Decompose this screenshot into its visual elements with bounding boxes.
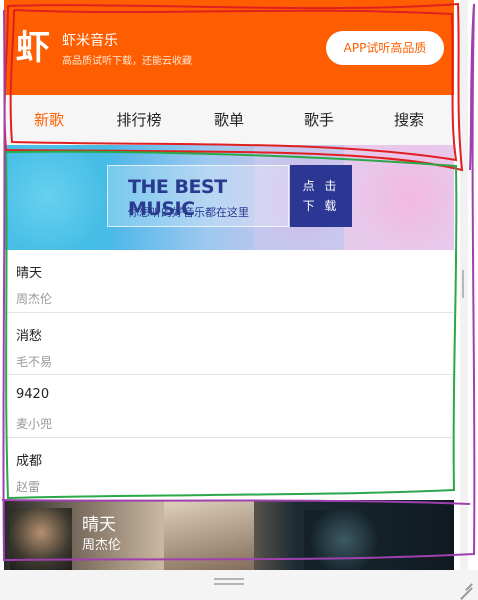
album-cover[interactable] — [10, 508, 72, 570]
player-background-art — [304, 510, 384, 570]
banner-button-line1: 点 击 — [302, 179, 340, 193]
song-title: 成都 — [16, 453, 43, 469]
banner-download-button[interactable]: 点 击 下 载 — [290, 165, 352, 227]
song-title: 消愁 — [16, 328, 43, 344]
song-artist: 毛不易 — [16, 354, 53, 369]
player-background-art — [164, 500, 254, 570]
promo-banner[interactable]: THE BEST MUSIC 你想听的好音乐都在这里 点 击 下 载 — [4, 145, 454, 250]
tab-search[interactable]: 搜索 — [364, 95, 454, 145]
song-artist: 麦小兜 — [16, 417, 53, 431]
brand-subtitle: 高品质试听下载，还能云收藏 — [62, 56, 192, 67]
song-item[interactable]: 消愁 毛不易 — [4, 313, 454, 375]
tab-new-songs[interactable]: 新歌 — [4, 95, 94, 145]
song-item[interactable]: 9420 麦小兜 — [4, 375, 454, 438]
resize-grip-icon[interactable] — [458, 576, 472, 590]
song-title: 9420 — [16, 387, 50, 402]
song-artist: 周杰伦 — [16, 292, 53, 306]
song-list: 晴天 周杰伦 消愁 毛不易 9420 麦小兜 成都 赵雷 — [4, 250, 454, 500]
banner-button-line2: 下 载 — [302, 199, 340, 213]
drag-handle-icon[interactable] — [214, 578, 244, 585]
banner-background-art — [344, 145, 454, 250]
now-playing-bar[interactable]: 晴天 周杰伦 — [4, 500, 454, 570]
now-playing-artist: 周杰伦 — [82, 538, 122, 553]
app-window: 虾 虾米音乐 高品质试听下载，还能云收藏 APP试听高品质 新歌 排行榜 歌单 … — [0, 0, 478, 600]
app-download-button[interactable]: APP试听高品质 — [326, 31, 444, 65]
song-artist: 赵雷 — [16, 479, 41, 494]
tab-artists[interactable]: 歌手 — [274, 95, 364, 145]
tab-playlists[interactable]: 歌单 — [184, 95, 274, 145]
banner-subtitle: 你想听的好音乐都在这里 — [128, 206, 249, 219]
song-title: 晴天 — [16, 266, 43, 281]
xiami-logo-icon: 虾 — [16, 28, 50, 68]
scrollbar-thumb[interactable] — [462, 270, 464, 298]
tab-bar: 新歌 排行榜 歌单 歌手 搜索 — [4, 95, 454, 145]
tab-charts[interactable]: 排行榜 — [94, 95, 184, 145]
song-item[interactable]: 晴天 周杰伦 — [4, 250, 454, 313]
song-item[interactable]: 成都 赵雷 — [4, 438, 454, 501]
banner-text-box: THE BEST MUSIC 你想听的好音乐都在这里 — [107, 165, 289, 227]
now-playing-title: 晴天 — [82, 515, 116, 535]
banner-background-art — [4, 145, 114, 250]
header: 虾 虾米音乐 高品质试听下载，还能云收藏 APP试听高品质 — [4, 0, 454, 95]
brand-title: 虾米音乐 — [62, 33, 118, 49]
window-bottom-bar — [0, 570, 478, 600]
